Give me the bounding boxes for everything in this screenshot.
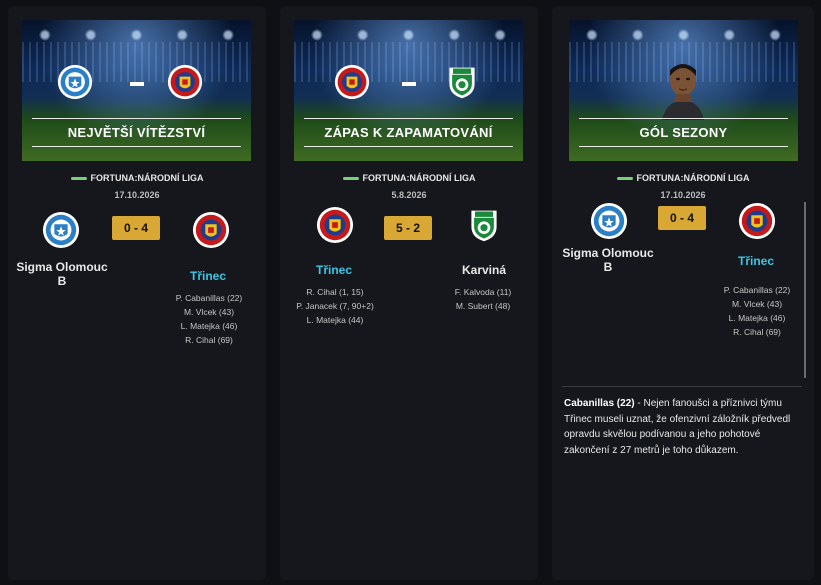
match-date: 17.10.2026 (660, 190, 706, 200)
away-scorers: F. Kalvoda (11) M. Subert (48) (454, 287, 512, 311)
away-team-name[interactable]: Třinec (168, 269, 248, 283)
league-bar-icon (70, 177, 87, 181)
banner: NEJVĚTŠÍ VÍTĚZSTVÍ (22, 20, 251, 161)
away-team-name[interactable]: Karviná (444, 263, 524, 277)
banner: GÓL SEZONY (569, 20, 798, 161)
trinec-crest-icon (334, 64, 370, 100)
card-memorable-match: ZÁPAS K ZAPAMATOVÁNÍ FORTUNA:NÁRODNÍ LIG… (280, 6, 538, 580)
league-name: FORTUNA:NÁRODNÍ LIGA (280, 173, 538, 183)
home-team-name[interactable]: Sigma Olomouc B (558, 246, 658, 274)
sigma-olomouc-crest-icon (42, 211, 80, 249)
card-title: GÓL SEZONY (639, 125, 728, 140)
league-name: FORTUNA:NÁRODNÍ LIGA (552, 173, 814, 183)
card-title: ZÁPAS K ZAPAMATOVÁNÍ (324, 125, 493, 140)
sigma-olomouc-crest-icon (590, 202, 628, 240)
vs-dash (130, 82, 144, 86)
player-portrait-icon (662, 64, 704, 120)
league-bar-icon (616, 177, 633, 181)
away-scorers: P. Cabanillas (22) M. Vlcek (43) L. Mate… (723, 285, 791, 337)
card-goal-of-season: GÓL SEZONY FORTUNA:NÁRODNÍ LIGA 17.10.20… (552, 6, 814, 580)
card-title: NEJVĚTŠÍ VÍTĚZSTVÍ (67, 125, 206, 140)
score-badge: 0 - 4 (112, 216, 160, 240)
karvina-crest-icon (444, 64, 480, 100)
card-biggest-win: NEJVĚTŠÍ VÍTĚZSTVÍ FORTUNA:NÁRODNÍ LIGA … (8, 6, 266, 580)
goal-scorer-name: Cabanillas (22) (564, 398, 635, 409)
match-date: 17.10.2026 (114, 190, 160, 200)
league-name: FORTUNA:NÁRODNÍ LIGA (8, 173, 266, 183)
match-date: 5.8.2026 (391, 190, 427, 200)
home-team-name[interactable]: Sigma Olomouc B (12, 260, 112, 288)
trinec-crest-icon (738, 202, 776, 240)
away-scorers: P. Cabanillas (22) M. Vlcek (43) L. Mate… (175, 293, 243, 345)
scrollbar[interactable] (804, 202, 806, 378)
vs-dash (402, 82, 416, 86)
trinec-crest-icon (167, 64, 203, 100)
trinec-crest-icon (316, 206, 354, 244)
away-team-name[interactable]: Třinec (716, 254, 796, 268)
league-bar-icon (342, 177, 359, 181)
goal-description: Cabanillas (22) - Nejen fanoušci a přízn… (564, 396, 800, 458)
score-badge: 0 - 4 (658, 206, 706, 230)
divider (562, 386, 802, 387)
home-scorers: R. Cihal (1, 15) P. Janacek (7, 90+2) L.… (296, 287, 374, 325)
banner: ZÁPAS K ZAPAMATOVÁNÍ (294, 20, 523, 161)
score-badge: 5 - 2 (384, 216, 432, 240)
home-team-name[interactable]: Třinec (294, 263, 374, 277)
trinec-crest-icon (192, 211, 230, 249)
sigma-olomouc-crest-icon (57, 64, 93, 100)
karvina-crest-icon (466, 206, 502, 244)
